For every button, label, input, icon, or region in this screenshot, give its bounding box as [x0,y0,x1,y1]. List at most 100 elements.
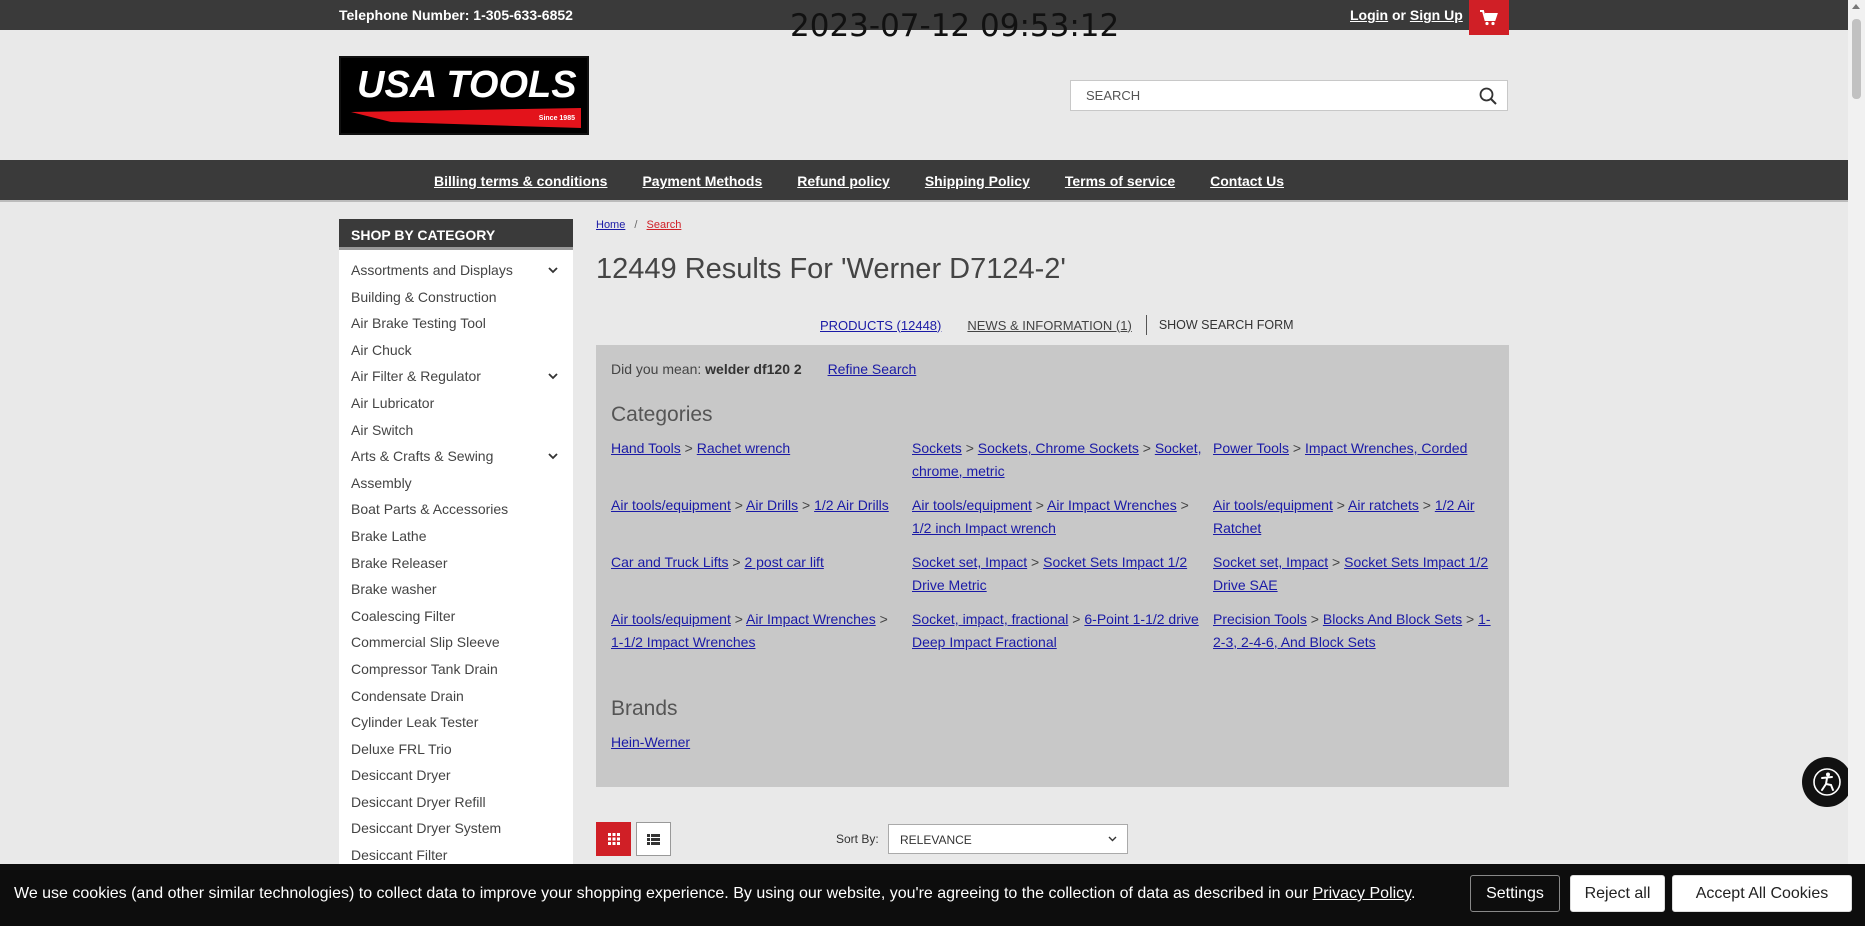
sidebar-category-label[interactable]: Arts & Crafts & Sewing [351,448,493,464]
category-link[interactable]: Rachet wrench [697,440,790,456]
category-link[interactable]: Car and Truck Lifts [611,554,729,570]
sidebar-category-item[interactable]: Building & Construction [339,289,573,316]
sidebar-category-item[interactable]: Air Brake Testing Tool [339,315,573,342]
sidebar-category-label[interactable]: Brake Releaser [351,555,448,571]
category-link[interactable]: Air ratchets [1348,497,1419,513]
brand-link[interactable]: Hein-Werner [611,734,690,750]
sidebar-category-item[interactable]: Brake Releaser [339,555,573,582]
search-icon[interactable] [1479,87,1497,105]
sidebar-category-label[interactable]: Air Lubricator [351,395,434,411]
sidebar-category-item[interactable]: Cylinder Leak Tester [339,714,573,741]
list-view-button[interactable] [636,822,671,856]
did-you-mean-term[interactable]: welder df120 2 [705,361,802,377]
sidebar-category-label[interactable]: Assembly [351,475,412,491]
sidebar-category-label[interactable]: Boat Parts & Accessories [351,501,508,517]
category-link[interactable]: 2 post car lift [744,554,823,570]
sidebar-category-item[interactable]: Boat Parts & Accessories [339,501,573,528]
sidebar-category-item[interactable]: Desiccant Dryer Refill [339,794,573,821]
chevron-down-icon[interactable] [547,264,559,276]
chevron-down-icon[interactable] [547,370,559,382]
category-link[interactable]: 1/2 inch Impact wrench [912,520,1056,536]
category-link[interactable]: Power Tools [1213,440,1289,456]
sidebar-category-label[interactable]: Air Filter & Regulator [351,368,481,384]
sidebar-category-label[interactable]: Air Switch [351,422,413,438]
scroll-thumb[interactable] [1852,19,1861,99]
category-link[interactable]: 1-1/2 Impact Wrenches [611,634,755,650]
sidebar-category-label[interactable]: Brake Lathe [351,528,427,544]
search-input[interactable] [1071,81,1451,110]
category-link[interactable]: Air Impact Wrenches [1047,497,1177,513]
sidebar-category-item[interactable]: Assortments and Displays [339,262,573,289]
sidebar-category-item[interactable]: Commercial Slip Sleeve [339,634,573,661]
category-link[interactable]: Sockets, Chrome Sockets [978,440,1139,456]
sidebar-category-label[interactable]: Compressor Tank Drain [351,661,498,677]
accessibility-button[interactable] [1802,757,1852,807]
chevron-down-icon[interactable] [547,450,559,462]
sidebar-category-label[interactable]: Deluxe FRL Trio [351,741,452,757]
category-link[interactable]: Air Drills [746,497,798,513]
category-link[interactable]: Air tools/equipment [1213,497,1333,513]
privacy-policy-link[interactable]: Privacy Policy [1313,885,1411,902]
sidebar-category-item[interactable]: Desiccant Dryer System [339,820,573,847]
sort-select[interactable]: RELEVANCE [888,824,1128,854]
nav-link-refund[interactable]: Refund policy [797,173,890,189]
category-link[interactable]: Socket, impact, fractional [912,611,1068,627]
sidebar-category-item[interactable]: Brake Lathe [339,528,573,555]
category-link[interactable]: Hand Tools [611,440,681,456]
nav-link-payment[interactable]: Payment Methods [642,173,762,189]
show-search-form-link[interactable]: SHOW SEARCH FORM [1159,318,1294,332]
sidebar-category-item[interactable]: Air Filter & Regulator [339,368,573,395]
category-link[interactable]: Air tools/equipment [611,611,731,627]
tab-products[interactable]: PRODUCTS (12448) [820,318,941,333]
sidebar-category-item[interactable]: Air Switch [339,422,573,449]
nav-link-shipping[interactable]: Shipping Policy [925,173,1030,189]
page-scrollbar[interactable] [1848,0,1865,864]
sidebar-category-label[interactable]: Air Chuck [351,342,412,358]
category-link[interactable]: 1/2 Air Drills [814,497,889,513]
nav-link-contact[interactable]: Contact Us [1210,173,1284,189]
cart-button[interactable] [1469,0,1509,35]
sidebar-category-item[interactable]: Compressor Tank Drain [339,661,573,688]
sidebar-category-label[interactable]: Cylinder Leak Tester [351,714,478,730]
sidebar-category-label[interactable]: Air Brake Testing Tool [351,315,486,331]
sidebar-category-item[interactable]: Coalescing Filter [339,608,573,635]
category-link[interactable]: Socket set, Impact [912,554,1027,570]
sidebar-category-item[interactable]: Desiccant Dryer [339,767,573,794]
accept-all-cookies-button[interactable]: Accept All Cookies [1672,875,1852,912]
signup-link[interactable]: Sign Up [1410,7,1463,23]
sidebar-category-item[interactable]: Air Lubricator [339,395,573,422]
grid-view-button[interactable] [596,822,631,856]
sidebar-category-item[interactable]: Air Chuck [339,342,573,369]
category-link[interactable]: Precision Tools [1213,611,1307,627]
sidebar-category-item[interactable]: Arts & Crafts & Sewing [339,448,573,475]
nav-billing[interactable]: Billing terms & conditions [434,173,607,189]
refine-search-link[interactable]: Refine Search [828,361,917,377]
sidebar-category-label[interactable]: Building & Construction [351,289,497,305]
nav-refund[interactable]: Refund policy [797,173,890,189]
category-link[interactable]: Socket set, Impact [1213,554,1328,570]
usa-tools-logo[interactable]: USA TOOLS Since 1985 [339,56,589,135]
nav-contact[interactable]: Contact Us [1210,173,1284,189]
category-link[interactable]: Air tools/equipment [611,497,731,513]
sidebar-category-label[interactable]: Condensate Drain [351,688,464,704]
tab-news[interactable]: NEWS & INFORMATION (1) [967,318,1131,333]
category-link[interactable]: Impact Wrenches, Corded [1305,440,1467,456]
nav-payment[interactable]: Payment Methods [642,173,762,189]
sidebar-category-label[interactable]: Desiccant Dryer [351,767,451,783]
nav-link-billing[interactable]: Billing terms & conditions [434,173,607,189]
nav-shipping[interactable]: Shipping Policy [925,173,1030,189]
breadcrumb-home[interactable]: Home [596,219,625,231]
category-link[interactable]: Blocks And Block Sets [1323,611,1462,627]
category-link[interactable]: Air Impact Wrenches [746,611,876,627]
cookie-settings-button[interactable]: Settings [1470,875,1560,912]
sidebar-category-label[interactable]: Commercial Slip Sleeve [351,634,500,650]
breadcrumb-search[interactable]: Search [647,219,682,231]
nav-terms[interactable]: Terms of service [1065,173,1175,189]
login-link[interactable]: Login [1350,7,1388,23]
sidebar-category-label[interactable]: Desiccant Dryer System [351,820,501,836]
sidebar-category-label[interactable]: Desiccant Dryer Refill [351,794,486,810]
nav-link-terms[interactable]: Terms of service [1065,173,1175,189]
sidebar-category-item[interactable]: Deluxe FRL Trio [339,741,573,768]
category-link[interactable]: Air tools/equipment [912,497,1032,513]
sidebar-category-label[interactable]: Coalescing Filter [351,608,455,624]
